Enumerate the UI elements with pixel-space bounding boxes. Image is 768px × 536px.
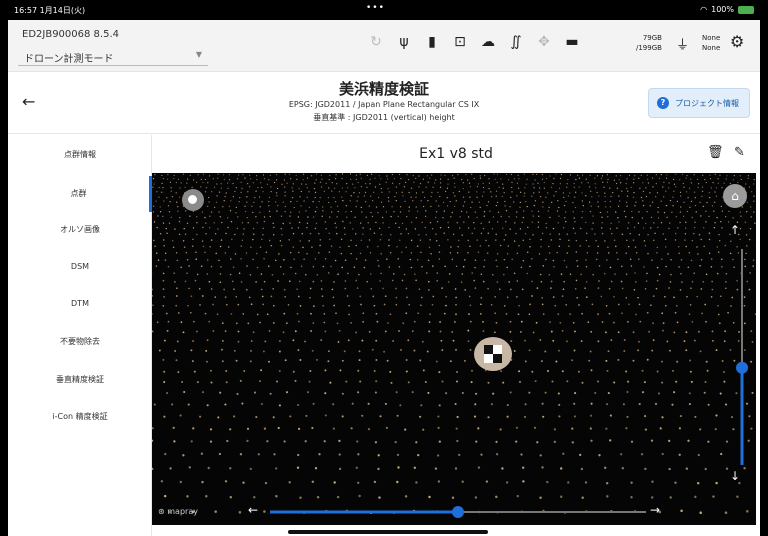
chevron-down-icon: ▼ xyxy=(195,50,202,59)
top-toolbar: ED2JB900068 8.5.4 ドローン計測モード ▼ ↻ ψ ▮ ⊡ ☁ … xyxy=(8,20,760,72)
battery-label: 100% xyxy=(711,5,734,14)
sd-card-icon[interactable]: ▮ xyxy=(424,34,440,50)
sidebar-item-label: 不要物除去 xyxy=(60,337,100,346)
project-info-label: プロジェクト情報 xyxy=(675,98,739,108)
home-icon[interactable]: ⌂ xyxy=(723,184,747,208)
ground-control-target[interactable] xyxy=(474,337,512,371)
status-none-1: None xyxy=(702,34,721,42)
refresh-icon[interactable]: ↻ xyxy=(368,34,384,50)
sidebar-item-ortho[interactable]: オルソ画像 xyxy=(8,212,152,248)
sidebar-item-icon-accuracy[interactable]: i-Con 精度検証 xyxy=(8,399,152,435)
mapray-icon: ⊛ xyxy=(158,507,165,516)
plug-icon: ⏚ xyxy=(676,38,690,53)
sidebar-item-remove-objects[interactable]: 不要物除去 xyxy=(8,324,152,360)
toolbar-icons: ↻ ψ ▮ ⊡ ☁ ∬ ✥ ▬ xyxy=(368,34,580,50)
sidebar-item-label: i-Con 精度検証 xyxy=(52,412,108,421)
sidebar-item-label: DTM xyxy=(71,299,89,308)
arrow-left-icon[interactable]: ← xyxy=(248,503,258,517)
pencil-icon[interactable]: ✎ xyxy=(734,145,745,160)
folder-icon[interactable]: ▬ xyxy=(564,34,580,50)
storage-total: /199GB xyxy=(636,44,662,52)
mode-select[interactable]: ドローン計測モード ▼ xyxy=(18,46,208,66)
sidebar-item-dtm[interactable]: DTM xyxy=(8,286,152,322)
connection-status: None None xyxy=(702,33,720,53)
watermark-text: mapray xyxy=(167,507,198,516)
sidebar-item-label: 点群情報 xyxy=(64,150,96,159)
arrow-up-icon[interactable]: ↑ xyxy=(730,223,740,237)
antenna-icon[interactable]: ψ xyxy=(396,34,412,50)
view-mode-toggle[interactable] xyxy=(182,189,204,211)
arrow-right-icon[interactable]: → xyxy=(650,503,660,517)
sidebar-item-pointcloud[interactable]: 点群 xyxy=(8,176,152,212)
vertical-slider-thumb[interactable] xyxy=(736,361,748,374)
horizontal-slider-thumb[interactable] xyxy=(452,506,464,518)
status-none-2: None xyxy=(702,44,721,52)
mode-select-value: ドローン計測モード xyxy=(24,54,114,65)
trash-icon[interactable]: 🗑 xyxy=(707,145,724,160)
device-id: ED2JB900068 8.5.4 xyxy=(22,29,119,40)
status-bar: 16:57 1月14日(火) ••• ◠ 100% xyxy=(8,0,760,20)
arrow-down-icon[interactable]: ↓ xyxy=(730,469,740,483)
battery-icon xyxy=(738,5,754,14)
wifi-icon: ◠ xyxy=(700,5,708,14)
sidebar-item-label: オルソ画像 xyxy=(60,225,100,234)
storage-used: 79GB xyxy=(642,34,662,42)
sidebar-item-label: 点群 xyxy=(70,189,87,198)
sidebar-item-pointcloud-info[interactable]: 点群情報 xyxy=(8,137,152,173)
satellite-icon[interactable]: ✥ xyxy=(536,34,552,50)
route-icon[interactable]: ∬ xyxy=(508,34,524,50)
project-info-button[interactable]: ? プロジェクト情報 xyxy=(648,88,750,118)
sidebar-item-label: DSM xyxy=(70,262,90,271)
home-indicator[interactable] xyxy=(288,530,488,534)
viewer-title: Ex1 v8 std xyxy=(419,146,493,162)
sidebar-item-label: 垂直精度検証 xyxy=(56,375,104,384)
mapray-logo: ⊛ mapray xyxy=(158,507,198,516)
help-icon: ? xyxy=(657,97,669,109)
project-header: ← 美浜精度検証 EPSG: JGD2011 / Japan Plane Rec… xyxy=(8,72,760,134)
ipad-screen: 16:57 1月14日(火) ••• ◠ 100% ED2JB900068 8.… xyxy=(8,0,760,536)
cloud-icon[interactable]: ☁ xyxy=(480,34,496,50)
sidebar-item-vertical-accuracy[interactable]: 垂直精度検証 xyxy=(8,362,152,398)
gear-icon[interactable]: ⚙ xyxy=(730,32,744,51)
multitask-dots[interactable]: ••• xyxy=(366,3,385,13)
sidebar-item-dsm[interactable]: DSM xyxy=(8,249,152,285)
point-cloud-canvas[interactable] xyxy=(152,173,756,525)
pointcloud-viewer[interactable]: ⌂ ↑ ↓ ← → ⊛ mapray xyxy=(152,173,756,525)
sidebar: 点群情報 点群 オルソ画像 DSM DTM 不要物除去 垂直精度検証 i-Con… xyxy=(8,135,152,536)
download-box-icon[interactable]: ⊡ xyxy=(452,34,468,50)
viewer-header: Ex1 v8 std 🗑 ✎ xyxy=(152,135,760,173)
status-time: 16:57 1月14日(火) xyxy=(14,6,86,15)
storage-readout: 79GB /199GB xyxy=(636,33,662,53)
